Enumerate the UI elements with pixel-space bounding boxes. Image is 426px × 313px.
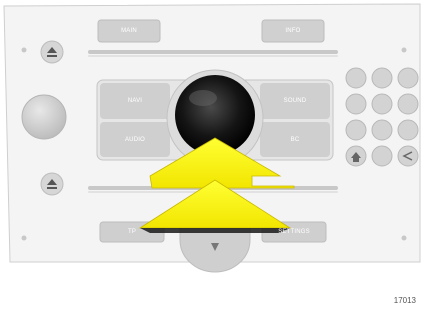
key-4	[345, 93, 367, 115]
key-5	[371, 93, 393, 115]
dot-bottom-right	[401, 235, 407, 241]
audio-button-shape	[100, 122, 170, 157]
key-2	[371, 67, 393, 89]
key-9	[397, 119, 419, 141]
radio-panel-illustration: MAIN INFO NAVI SOUND AUDIO BC TP SETTING…	[0, 0, 426, 313]
key-back	[397, 145, 419, 167]
key-8	[371, 119, 393, 141]
sound-button-shape	[260, 83, 330, 119]
navi-button-shape	[100, 83, 170, 119]
key-6	[397, 93, 419, 115]
top-cd-slot	[88, 50, 338, 54]
dot-top-right	[401, 47, 407, 53]
key-7	[345, 119, 367, 141]
dot-bottom-left	[21, 235, 27, 241]
bc-button-shape	[260, 122, 330, 157]
menu-knob-highlight	[189, 90, 217, 106]
info-button-shape	[261, 19, 325, 43]
volume-knob-shape	[21, 94, 67, 140]
key-0	[371, 145, 393, 167]
radio-panel	[3, 3, 421, 273]
figure-id: 17013	[393, 296, 416, 305]
key-3	[397, 67, 419, 89]
dot-top-left	[21, 47, 27, 53]
key-1	[345, 67, 367, 89]
main-button-shape	[97, 19, 161, 43]
